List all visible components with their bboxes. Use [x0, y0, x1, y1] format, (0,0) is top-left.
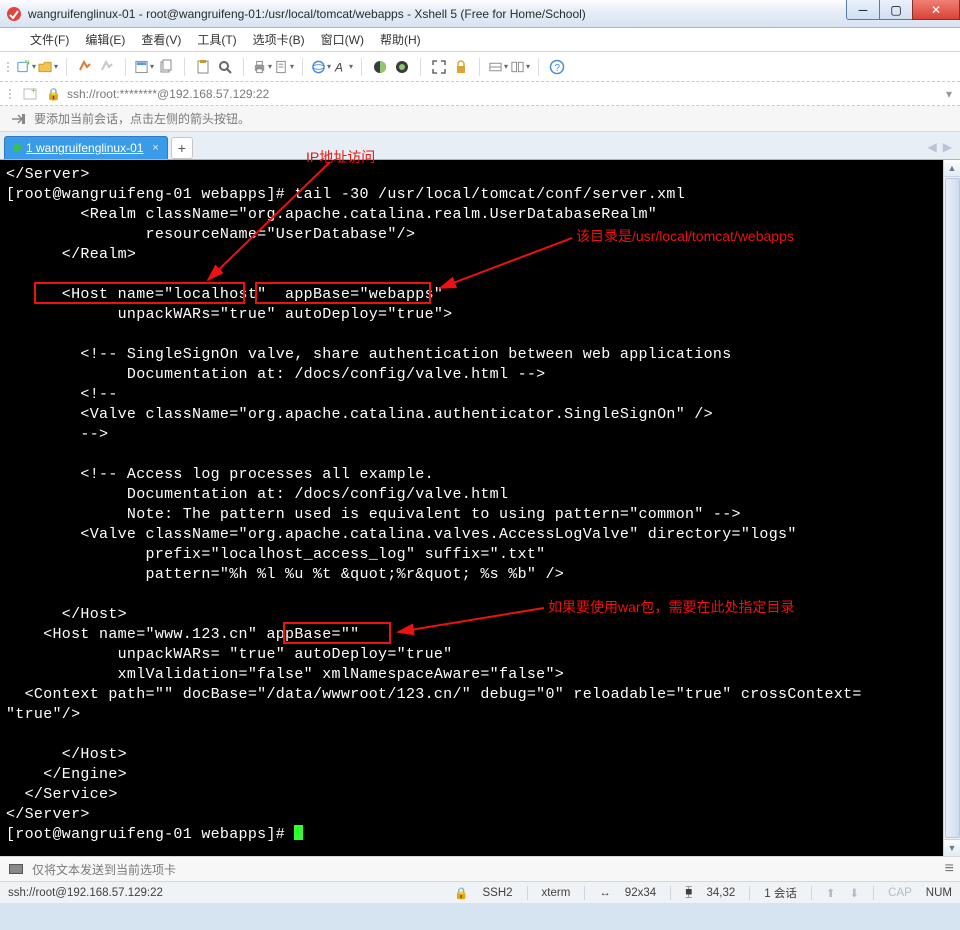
- status-down-icon: ⬇: [850, 886, 860, 900]
- close-button[interactable]: ✕: [912, 0, 960, 20]
- address-text[interactable]: ssh://root:********@192.168.57.129:22: [67, 87, 940, 101]
- new-tab-button[interactable]: +: [171, 137, 193, 159]
- add-session-icon[interactable]: +: [20, 84, 40, 104]
- font-icon[interactable]: A: [333, 57, 353, 77]
- toolbar: + A ?: [0, 52, 960, 82]
- find-icon[interactable]: [215, 57, 235, 77]
- tab-prev-icon[interactable]: ◀: [928, 140, 937, 154]
- layout-icon[interactable]: [510, 57, 530, 77]
- status-connection: ssh://root@192.168.57.129:22: [8, 887, 440, 899]
- status-num: NUM: [926, 887, 952, 899]
- window-title: wangruifenglinux-01 - root@wangruifeng-0…: [28, 7, 954, 21]
- status-sessions: 1 会话: [764, 885, 797, 901]
- terminal-area: </Server> [root@wangruifeng-01 webapps]#…: [0, 160, 960, 856]
- fullscreen-icon[interactable]: [429, 57, 449, 77]
- color-scheme-icon[interactable]: [370, 57, 390, 77]
- address-dropdown-icon[interactable]: ▾: [946, 87, 952, 101]
- status-bar: ssh://root@192.168.57.129:22 🔒 SSH2 xter…: [0, 881, 960, 903]
- tab-strip: 1 wangruifenglinux-01 × + ◀ ▶: [0, 132, 960, 160]
- new-session-icon[interactable]: +: [16, 57, 36, 77]
- help-icon[interactable]: ?: [547, 57, 567, 77]
- encoding-icon[interactable]: [311, 57, 331, 77]
- status-pos-icon: ⧯: [685, 886, 692, 899]
- session-tab-label: 1 wangruifenglinux-01: [26, 141, 143, 155]
- copy-icon[interactable]: [156, 57, 176, 77]
- minimize-button[interactable]: ─: [846, 0, 880, 20]
- tab-close-icon[interactable]: ×: [152, 142, 158, 154]
- svg-text:+: +: [25, 59, 29, 66]
- maximize-button[interactable]: ▢: [879, 0, 913, 20]
- paste-icon[interactable]: [193, 57, 213, 77]
- send-target-icon[interactable]: [6, 859, 26, 879]
- connection-status-icon: [13, 144, 21, 152]
- scroll-down-icon[interactable]: ▼: [944, 839, 960, 856]
- menubar: 文件(F) 编辑(E) 查看(V) 工具(T) 选项卡(B) 窗口(W) 帮助(…: [0, 28, 960, 52]
- open-folder-icon[interactable]: [38, 57, 58, 77]
- disconnect-icon[interactable]: [97, 57, 117, 77]
- send-bar: 仅将文本发送到当前选项卡 ≡: [0, 856, 960, 881]
- app-icon: [6, 6, 22, 22]
- hint-text: 要添加当前会话，点击左侧的箭头按钮。: [34, 110, 250, 127]
- send-bar-menu-icon[interactable]: ≡: [945, 860, 954, 878]
- menu-view[interactable]: 查看(V): [135, 29, 187, 50]
- status-ssh-icon: 🔒: [454, 886, 468, 900]
- status-protocol: SSH2: [483, 887, 513, 899]
- status-size-icon: ↔: [599, 887, 611, 899]
- menu-edit[interactable]: 编辑(E): [79, 29, 131, 50]
- status-term: xterm: [542, 887, 571, 899]
- tab-next-icon[interactable]: ▶: [943, 140, 952, 154]
- scroll-up-icon[interactable]: ▲: [944, 160, 960, 177]
- window-titlebar: wangruifenglinux-01 - root@wangruifeng-0…: [0, 0, 960, 28]
- status-caps: CAP: [888, 887, 912, 899]
- status-cursor-pos: 34,32: [706, 887, 735, 899]
- session-tab[interactable]: 1 wangruifenglinux-01 ×: [4, 136, 168, 159]
- svg-text:+: +: [31, 86, 36, 95]
- menu-tabs[interactable]: 选项卡(B): [247, 29, 311, 50]
- scroll-thumb[interactable]: [945, 178, 960, 838]
- status-size: 92x34: [625, 887, 656, 899]
- reconnect-icon[interactable]: [75, 57, 95, 77]
- menu-help[interactable]: 帮助(H): [374, 29, 427, 50]
- svg-text:A: A: [334, 60, 343, 74]
- address-bar: + 🔒 ssh://root:********@192.168.57.129:2…: [0, 82, 960, 106]
- menu-tools[interactable]: 工具(T): [191, 29, 242, 50]
- hint-arrow-icon: [8, 109, 28, 129]
- log-icon[interactable]: [274, 57, 294, 77]
- terminal[interactable]: </Server> [root@wangruifeng-01 webapps]#…: [0, 160, 960, 856]
- menu-file[interactable]: 文件(F): [24, 29, 75, 50]
- print-icon[interactable]: [252, 57, 272, 77]
- hint-bar: 要添加当前会话，点击左侧的箭头按钮。: [0, 106, 960, 132]
- svg-text:?: ?: [555, 63, 561, 74]
- send-bar-text[interactable]: 仅将文本发送到当前选项卡: [32, 861, 176, 878]
- highlight-icon[interactable]: [392, 57, 412, 77]
- status-up-icon: ⬆: [826, 886, 836, 900]
- lock-indicator-icon: 🔒: [46, 87, 61, 101]
- terminal-scrollbar[interactable]: ▲ ▼: [943, 160, 960, 856]
- lock-icon[interactable]: [451, 57, 471, 77]
- transfer-icon[interactable]: [488, 57, 508, 77]
- menu-window[interactable]: 窗口(W): [315, 29, 370, 50]
- properties-icon[interactable]: [134, 57, 154, 77]
